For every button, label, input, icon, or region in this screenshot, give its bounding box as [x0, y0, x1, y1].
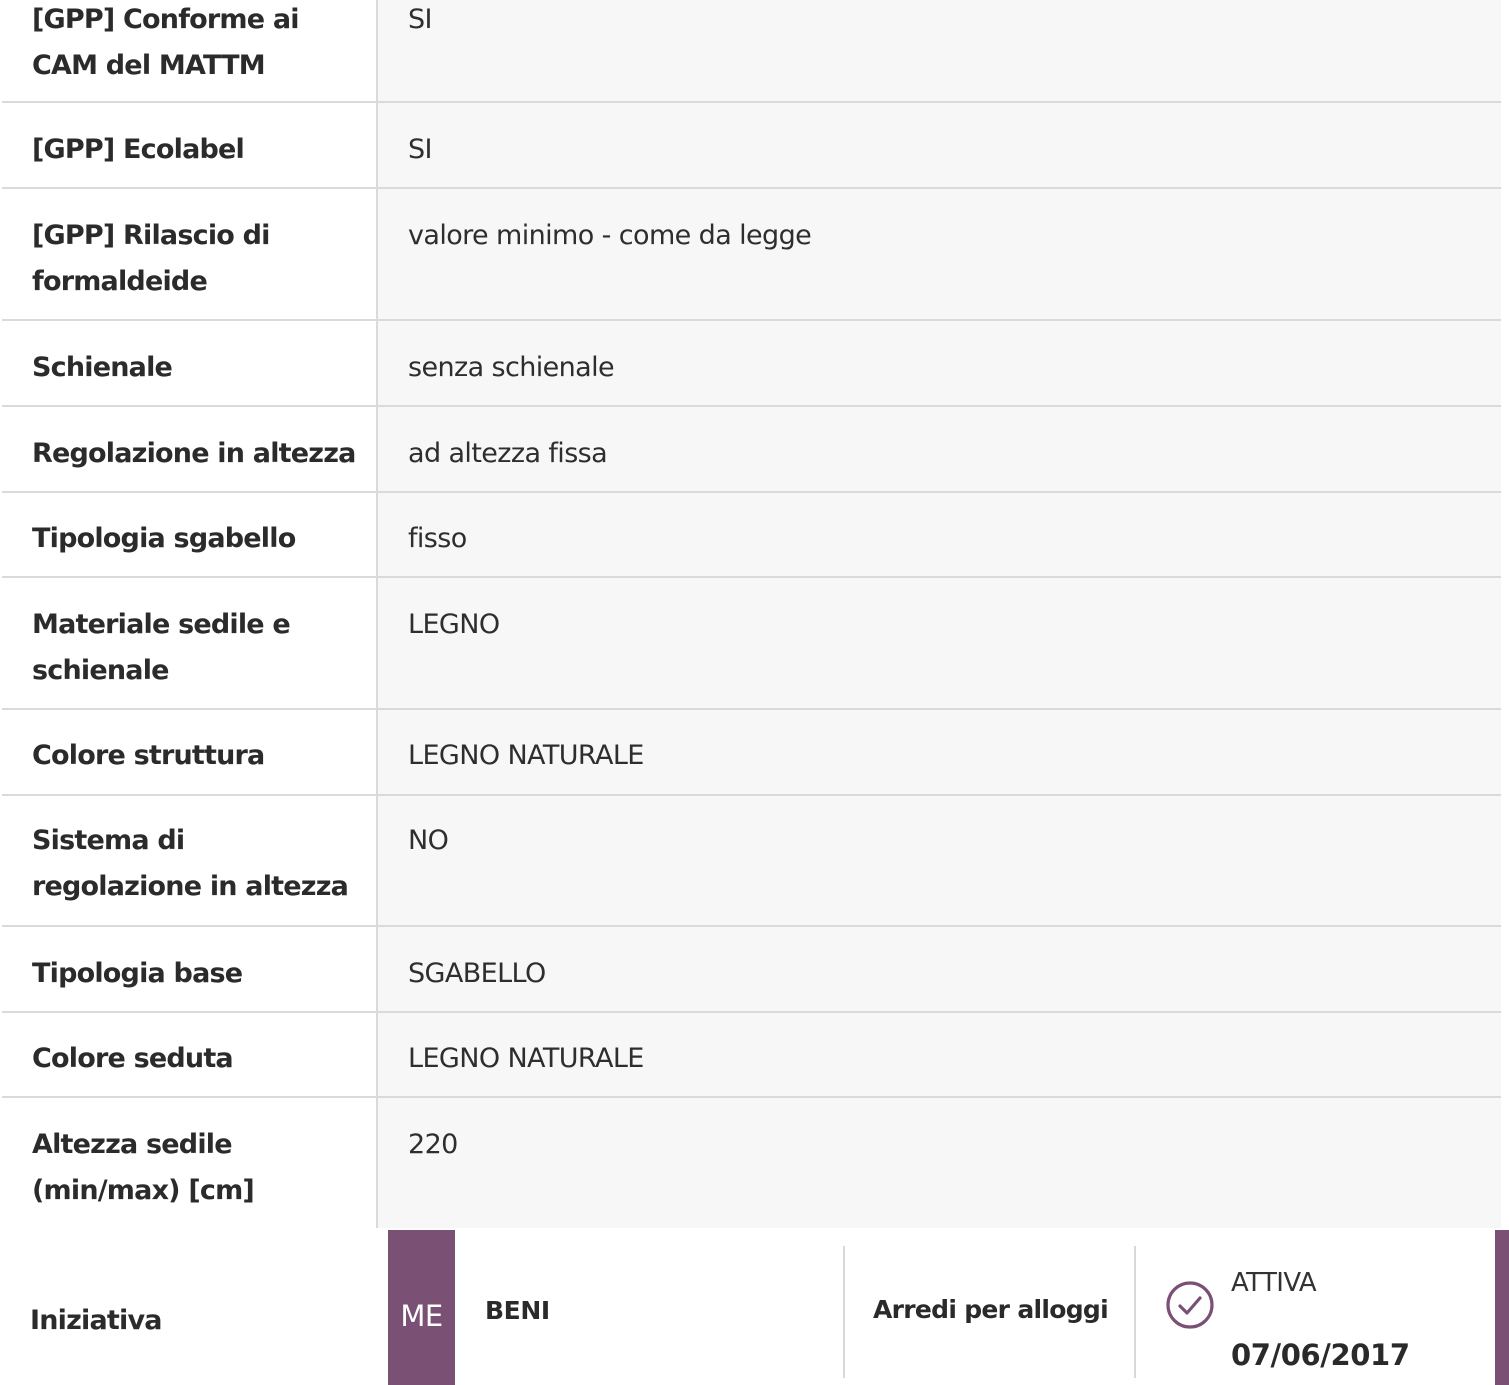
attribute-row: [GPP] Conforme ai CAM del MATTM SI: [2, 0, 1501, 103]
attribute-label: Altezza sedile (min/max) [cm]: [32, 1129, 255, 1206]
attribute-label-cell: Sistema di regolazione in altezza: [2, 796, 378, 925]
attribute-label-cell: Altezza sedile (min/max) [cm]: [2, 1098, 378, 1228]
attribute-label-cell: Tipologia sgabello: [2, 493, 378, 576]
attribute-label-cell: [GPP] Rilascio di formaldeide: [2, 189, 378, 319]
iniziativa-type: BENI: [485, 1296, 550, 1325]
attribute-value: SGABELLO: [408, 958, 546, 989]
check-circle-icon: [1166, 1281, 1214, 1329]
attribute-label: Materiale sedile e schienale: [32, 609, 291, 686]
attribute-label-cell: [GPP] Conforme ai CAM del MATTM: [2, 0, 378, 101]
attribute-row: Tipologia base SGABELLO: [2, 927, 1501, 1013]
attribute-value: fisso: [408, 523, 467, 554]
attribute-label: Colore struttura: [32, 740, 265, 771]
accent-edge-bar: [1495, 1230, 1509, 1385]
attribute-row: Schienale senza schienale: [2, 321, 1501, 407]
attribute-value: senza schienale: [408, 352, 615, 383]
attribute-label: Tipologia sgabello: [32, 523, 296, 554]
attribute-value: NO: [408, 825, 449, 856]
attribute-label-cell: Colore struttura: [2, 710, 378, 794]
marketplace-badge: ME: [388, 1230, 455, 1385]
attribute-label: [GPP] Rilascio di formaldeide: [32, 220, 270, 297]
attribute-value: valore minimo - come da legge: [408, 220, 812, 251]
attribute-row: Altezza sedile (min/max) [cm] 220: [2, 1098, 1501, 1230]
attribute-label-cell: Regolazione in altezza: [2, 407, 378, 491]
attribute-label: Regolazione in altezza: [32, 438, 356, 469]
attribute-value: ad altezza fissa: [408, 438, 608, 469]
attribute-row: Colore struttura LEGNO NATURALE: [2, 710, 1501, 796]
attribute-row: [GPP] Ecolabel SI: [2, 103, 1501, 189]
attribute-value: SI: [408, 134, 433, 165]
attribute-label-cell: Colore seduta: [2, 1013, 378, 1096]
attribute-label: Tipologia base: [32, 958, 243, 989]
attribute-label: Schienale: [32, 352, 173, 383]
attribute-row: Tipologia sgabello fisso: [2, 493, 1501, 578]
column-divider: [1134, 1246, 1136, 1378]
status-date: 07/06/2017: [1231, 1338, 1410, 1372]
attribute-label-cell: [GPP] Ecolabel: [2, 103, 378, 187]
attribute-label-cell: Materiale sedile e schienale: [2, 578, 378, 708]
attribute-label: Sistema di regolazione in altezza: [32, 825, 349, 902]
attribute-row: Regolazione in altezza ad altezza fissa: [2, 407, 1501, 493]
attribute-value: LEGNO: [408, 609, 500, 640]
attribute-label-cell: Schienale: [2, 321, 378, 405]
status-badge: ATTIVA: [1231, 1268, 1317, 1298]
attribute-row: Sistema di regolazione in altezza NO: [2, 796, 1501, 927]
attribute-label: [GPP] Conforme ai CAM del MATTM: [32, 4, 300, 81]
attribute-label-cell: Tipologia base: [2, 927, 378, 1011]
attribute-value: LEGNO NATURALE: [408, 740, 644, 771]
attribute-value: LEGNO NATURALE: [408, 1043, 644, 1074]
attribute-row: [GPP] Rilascio di formaldeide valore min…: [2, 189, 1501, 321]
attribute-row: Colore seduta LEGNO NATURALE: [2, 1013, 1501, 1098]
attribute-value: SI: [408, 4, 433, 35]
attribute-label: [GPP] Ecolabel: [32, 134, 245, 165]
column-divider: [843, 1246, 845, 1378]
iniziativa-label: Iniziativa: [30, 1305, 163, 1336]
attribute-label: Colore seduta: [32, 1043, 234, 1074]
iniziativa-category-link[interactable]: Arredi per alloggi: [873, 1295, 1109, 1324]
attribute-row: Materiale sedile e schienale LEGNO: [2, 578, 1501, 710]
attribute-value: 220: [408, 1129, 458, 1160]
